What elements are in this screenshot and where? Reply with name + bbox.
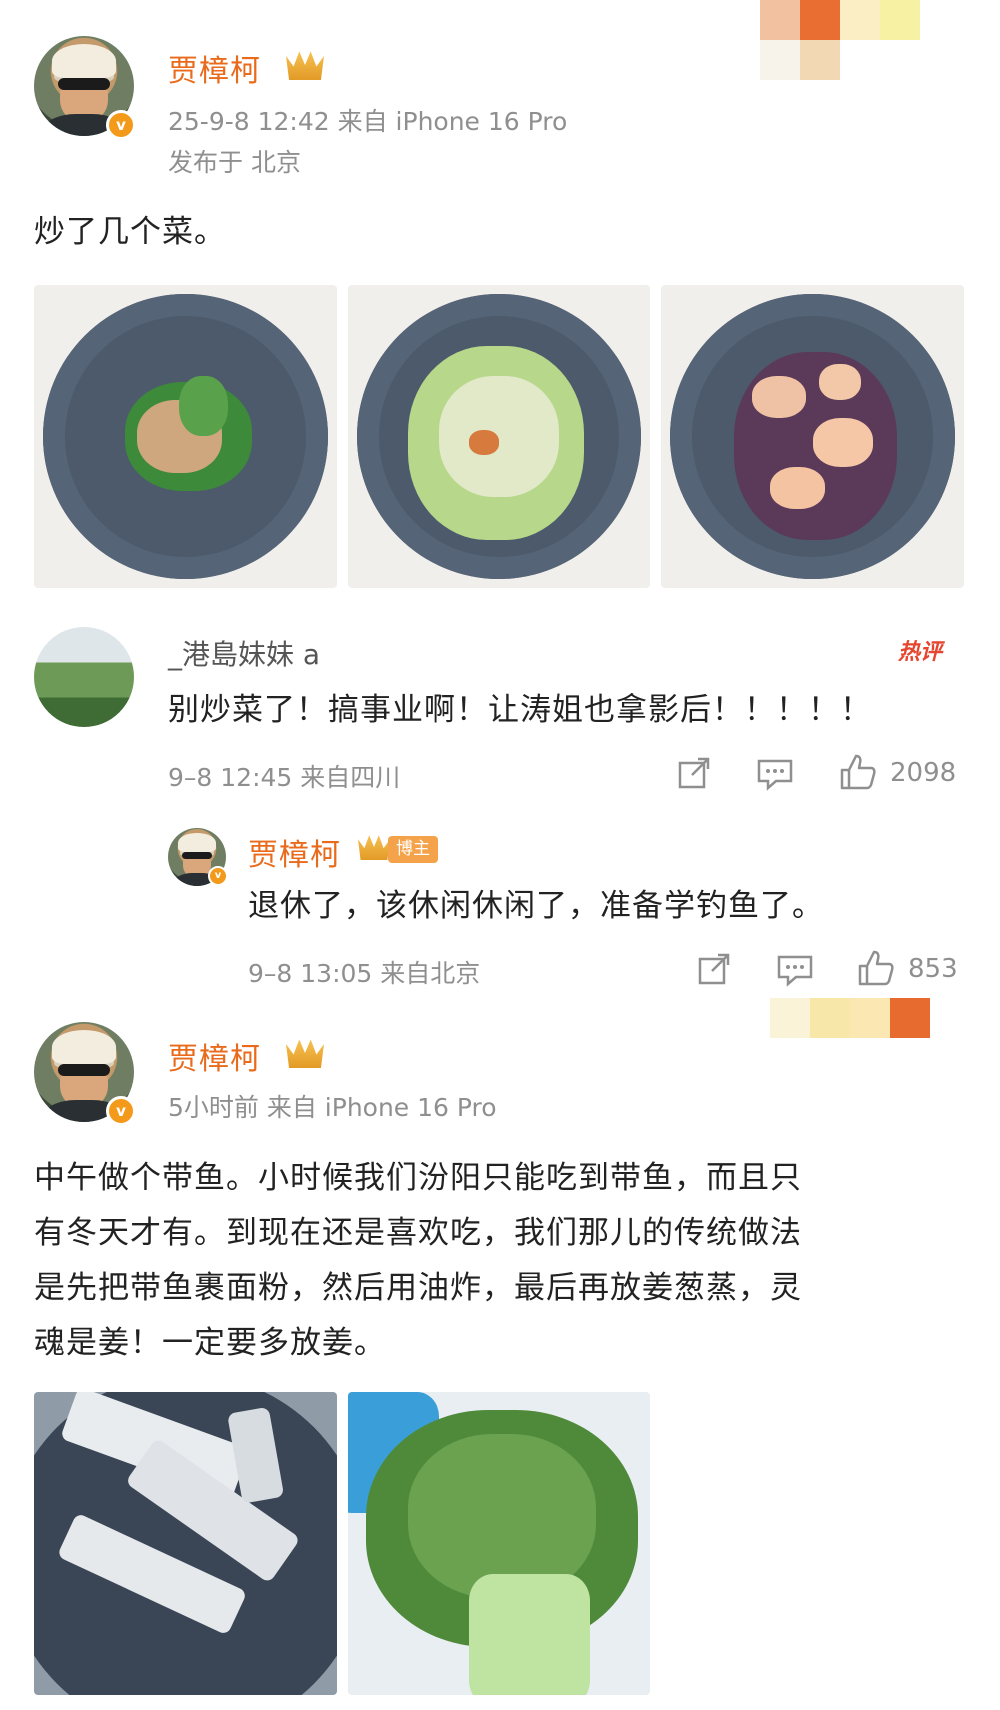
crown-icon xyxy=(358,835,390,860)
post-meta: 5小时前 来自 iPhone 16 Pro xyxy=(168,1093,497,1122)
author-name[interactable]: 贾樟柯 xyxy=(168,1034,261,1078)
post-meta: 25-9-8 12:42 来自 iPhone 16 Pro xyxy=(168,107,568,136)
like-icon[interactable] xyxy=(856,948,896,988)
share-icon[interactable] xyxy=(676,755,712,791)
photo-shrimp-salad[interactable] xyxy=(661,285,964,588)
reply-text: 退休了，该休闲休闲了，准备学钓鱼了。 xyxy=(248,888,824,924)
hot-comment-badge: 热评 xyxy=(898,640,943,665)
post-text-line: 中午做个带鱼。小时候我们汾阳只能吃到带鱼，而且只 xyxy=(34,1160,802,1196)
blogger-badge: 博主 xyxy=(388,836,438,863)
crown-icon xyxy=(286,51,324,80)
photo-hairtail-fish[interactable] xyxy=(34,1392,337,1695)
comment-text: 别炒菜了！搞事业啊！让涛姐也拿影后！！！！！ xyxy=(168,692,872,728)
comment-icon[interactable] xyxy=(776,953,814,987)
like-count: 2098 xyxy=(890,758,957,788)
like-count: 853 xyxy=(908,954,958,984)
commenter-avatar[interactable] xyxy=(34,627,134,727)
commenter-name[interactable]: _港島妹妹 a xyxy=(168,633,320,673)
verified-v-icon: v xyxy=(106,1096,136,1126)
reply-meta: 9–8 13:05 来自北京 xyxy=(248,959,481,988)
post-text-line: 有冬天才有。到现在还是喜欢吃，我们那儿的传统做法 xyxy=(34,1215,802,1251)
post-text-line: 魂是姜！一定要多放姜。 xyxy=(34,1325,386,1361)
photo-snowpea-chicken[interactable] xyxy=(34,285,337,588)
post-text-line: 是先把带鱼裹面粉，然后用油炸，最后再放姜葱蒸，灵 xyxy=(34,1270,802,1306)
verified-v-icon: v xyxy=(208,866,228,886)
photo-green-vegetables[interactable] xyxy=(348,1392,650,1695)
verified-v-icon: v xyxy=(106,110,136,140)
post-text: 炒了几个菜。 xyxy=(34,214,226,250)
post-location: 发布于 北京 xyxy=(168,148,301,177)
crown-icon xyxy=(286,1039,324,1068)
comment-icon[interactable] xyxy=(756,757,794,791)
top-mosaic-censor xyxy=(760,0,920,80)
mid-mosaic-censor xyxy=(770,998,930,1038)
photo-fried-cucumber[interactable] xyxy=(348,285,650,588)
reply-author-name[interactable]: 贾樟柯 xyxy=(248,830,341,874)
comment-meta: 9–8 12:45 来自四川 xyxy=(168,763,401,792)
share-icon[interactable] xyxy=(696,951,732,987)
author-name[interactable]: 贾樟柯 xyxy=(168,46,261,90)
like-icon[interactable] xyxy=(838,752,878,792)
